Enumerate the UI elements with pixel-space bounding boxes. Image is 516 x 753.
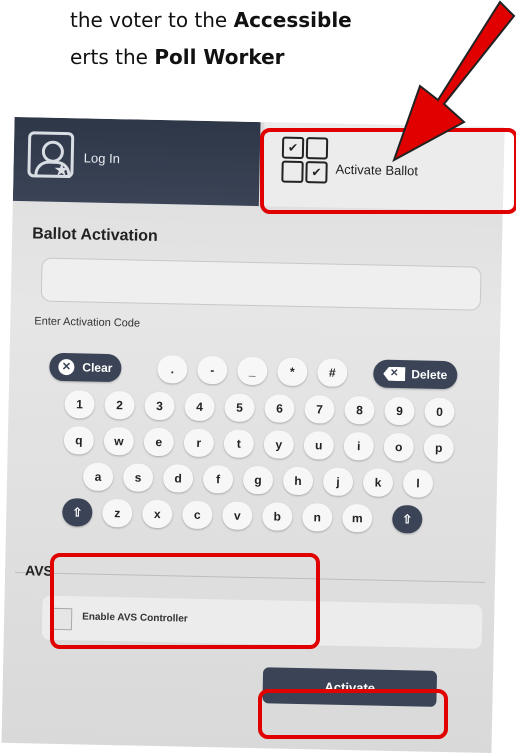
key-o[interactable]: o <box>383 432 415 462</box>
key-asterisk[interactable]: * <box>277 357 308 387</box>
clear-label: Clear <box>82 360 113 376</box>
key-l[interactable]: l <box>402 469 434 498</box>
clear-icon: ✕ <box>58 358 75 376</box>
key-k[interactable]: k <box>362 468 394 497</box>
key-j[interactable]: j <box>322 467 354 497</box>
key-h[interactable]: h <box>282 466 314 496</box>
key-y[interactable]: y <box>263 430 295 459</box>
doc-text-span: the voter to the <box>70 8 234 32</box>
key-hash[interactable]: # <box>317 358 348 387</box>
key-s[interactable]: s <box>122 463 154 492</box>
key-a[interactable]: a <box>82 462 114 492</box>
doc-text-bold: Poll Worker <box>154 45 285 69</box>
shift-left-button[interactable]: ⇧ <box>62 498 93 527</box>
key-d[interactable]: d <box>162 464 194 493</box>
key-i[interactable]: i <box>343 431 375 461</box>
doc-text-bold: Accessible <box>233 8 352 32</box>
key-q[interactable]: q <box>63 426 95 455</box>
delete-label: Delete <box>411 367 448 383</box>
shift-right-button[interactable]: ⇧ <box>391 504 423 534</box>
key-n[interactable]: n <box>301 503 333 532</box>
doc-text-line-2: erts the Poll Worker <box>70 45 285 69</box>
key-g[interactable]: g <box>242 465 274 495</box>
key-8[interactable]: 8 <box>344 395 375 425</box>
activation-code-label: Enter Activation Code <box>34 315 141 330</box>
key-t[interactable]: t <box>223 429 255 459</box>
key-p[interactable]: p <box>423 433 455 463</box>
key-hyphen[interactable]: - <box>197 355 228 385</box>
activation-code-input[interactable] <box>40 257 482 311</box>
page-title: Ballot Activation <box>31 225 158 245</box>
key-b[interactable]: b <box>262 502 293 531</box>
key-4[interactable]: 4 <box>184 392 215 422</box>
doc-text-span: erts the <box>70 45 155 69</box>
key-r[interactable]: r <box>183 428 215 458</box>
key-6[interactable]: 6 <box>264 394 295 423</box>
key-2[interactable]: 2 <box>104 390 135 420</box>
key-v[interactable]: v <box>222 501 253 531</box>
key-m[interactable]: m <box>341 503 373 533</box>
backspace-icon: ✕ <box>383 367 405 381</box>
key-0[interactable]: 0 <box>424 397 455 427</box>
key-7[interactable]: 7 <box>304 395 335 424</box>
highlight-avs-section <box>50 553 320 649</box>
delete-button[interactable]: ✕ Delete <box>373 359 458 390</box>
key-3[interactable]: 3 <box>144 391 175 421</box>
key-e[interactable]: e <box>143 427 175 457</box>
key-f[interactable]: f <box>202 464 234 494</box>
key-w[interactable]: w <box>103 426 135 456</box>
star-icon: ★ <box>53 159 70 181</box>
key-u[interactable]: u <box>303 431 335 460</box>
clear-button[interactable]: ✕ Clear <box>49 352 122 383</box>
tab-login-label: Log In <box>83 150 121 167</box>
key-x[interactable]: x <box>142 499 173 529</box>
key-period[interactable]: . <box>157 354 188 384</box>
doc-text-line-1: the voter to the Accessible <box>70 8 352 32</box>
key-1[interactable]: 1 <box>64 390 95 419</box>
key-5[interactable]: 5 <box>224 393 255 423</box>
key-z[interactable]: z <box>102 498 133 528</box>
highlight-activate-button <box>258 689 448 739</box>
avs-section-title: AVS <box>24 562 54 579</box>
key-c[interactable]: c <box>182 500 213 530</box>
key-underscore[interactable]: _ <box>237 356 268 386</box>
key-9[interactable]: 9 <box>384 396 415 426</box>
tab-login[interactable]: ★ Log In <box>12 116 261 207</box>
red-arrow-icon <box>392 0 516 163</box>
